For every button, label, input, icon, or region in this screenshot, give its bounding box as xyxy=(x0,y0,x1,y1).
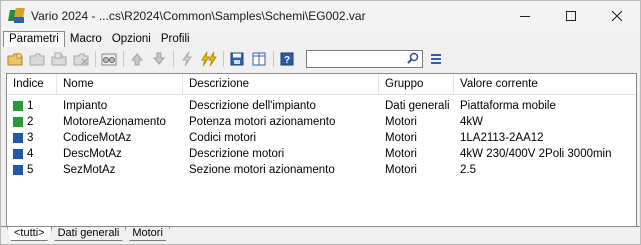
cell-descrizione: Descrizione dell'impianto xyxy=(189,100,316,112)
close-icon xyxy=(612,11,622,21)
help-button[interactable]: ? xyxy=(278,50,296,68)
cell-descrizione: Descrizione motori xyxy=(189,148,285,160)
cell-gruppo: Motori xyxy=(385,116,417,128)
delete-folder-icon xyxy=(73,53,89,66)
status-square-icon xyxy=(13,117,23,127)
table-body: 1 Impianto Descrizione dell'impianto Dat… xyxy=(7,95,636,178)
columns-button[interactable] xyxy=(250,50,268,68)
maximize-button[interactable] xyxy=(548,1,594,31)
toolbar-separator xyxy=(273,51,274,67)
cell-nome: SezMotAz xyxy=(63,164,116,176)
cell-descrizione: Potenza motori azionamento xyxy=(189,116,336,128)
table-header: Indice Nome Descrizione Gruppo Valore co… xyxy=(7,74,636,95)
menu-bar: Parametri Macro Opzioni Profili xyxy=(1,31,640,47)
tab-tutti[interactable]: <tutti> xyxy=(7,227,52,241)
cell-nome: MotoreAzionamento xyxy=(63,116,166,128)
save-icon xyxy=(230,52,244,66)
copy-folder-icon xyxy=(51,52,67,66)
move-up-button[interactable] xyxy=(128,50,146,68)
tab-motori[interactable]: Motori xyxy=(125,227,170,241)
table-row[interactable]: 3 CodiceMotAz Codici motori Motori 1LA21… xyxy=(7,130,636,146)
app-logo-icon xyxy=(8,8,25,24)
cell-valore[interactable]: Piattaforma mobile xyxy=(454,98,636,114)
minimize-button[interactable] xyxy=(502,1,548,31)
arrow-down-icon xyxy=(152,52,166,65)
binoculars-icon xyxy=(101,53,117,66)
tab-dati-generali[interactable]: Dati generali xyxy=(51,227,127,241)
toolbar-separator xyxy=(123,51,124,67)
help-icon: ? xyxy=(280,52,294,66)
list-view-button[interactable] xyxy=(427,50,445,68)
table-row[interactable]: 4 DescMotAz Descrizione motori Motori 4k… xyxy=(7,146,636,162)
status-square-icon xyxy=(13,149,23,159)
cell-descrizione: Codici motori xyxy=(189,132,257,144)
status-square-icon xyxy=(13,165,23,175)
move-down-button[interactable] xyxy=(150,50,168,68)
cell-nome: Impianto xyxy=(63,100,108,112)
lightning-icon xyxy=(182,51,192,67)
cell-gruppo: Motori xyxy=(385,164,417,176)
apply-button[interactable] xyxy=(178,50,196,68)
delete-folder-button[interactable] xyxy=(72,50,90,68)
list-icon xyxy=(431,54,441,64)
cell-indice: 5 xyxy=(27,164,34,176)
cell-valore[interactable]: 4kW 230/400V 2Poli 3000min xyxy=(454,146,636,162)
cell-valore[interactable]: 2.5 xyxy=(454,162,636,178)
cell-indice: 4 xyxy=(27,148,34,160)
cell-nome: CodiceMotAz xyxy=(63,132,132,144)
menu-macro[interactable]: Macro xyxy=(65,32,107,47)
maximize-icon xyxy=(566,11,576,21)
cell-gruppo: Motori xyxy=(385,132,417,144)
cell-valore[interactable]: 1LA2113-2AA12 xyxy=(454,130,636,146)
search-field[interactable] xyxy=(306,50,423,68)
toolbar-separator xyxy=(223,51,224,67)
window-title: Vario 2024 - ...cs\R2024\Common\Samples\… xyxy=(31,9,366,23)
find-button[interactable] xyxy=(100,50,118,68)
column-header-descrizione[interactable]: Descrizione xyxy=(183,74,379,94)
cell-indice: 2 xyxy=(27,116,34,128)
table-row[interactable]: 5 SezMotAz Sezione motori azionamento Mo… xyxy=(7,162,636,178)
menu-opzioni[interactable]: Opzioni xyxy=(107,32,156,47)
status-square-icon xyxy=(13,133,23,143)
columns-icon xyxy=(252,52,266,66)
app-window: Vario 2024 - ...cs\R2024\Common\Samples\… xyxy=(0,0,641,245)
search-input[interactable] xyxy=(307,51,405,67)
edit-folder-icon xyxy=(29,53,45,66)
new-folder-icon xyxy=(7,53,23,66)
cell-gruppo: Dati generali xyxy=(385,100,450,112)
cell-indice: 3 xyxy=(27,132,34,144)
cell-nome: DescMotAz xyxy=(63,148,122,160)
cell-indice: 1 xyxy=(27,100,34,112)
apply-all-button[interactable] xyxy=(200,50,218,68)
window-controls xyxy=(502,1,640,31)
menu-parametri[interactable]: Parametri xyxy=(3,31,65,47)
toolbar-separator xyxy=(95,51,96,67)
new-folder-button[interactable] xyxy=(6,50,24,68)
table-row[interactable]: 2 MotoreAzionamento Potenza motori azion… xyxy=(7,114,636,130)
title-bar: Vario 2024 - ...cs\R2024\Common\Samples\… xyxy=(1,1,640,31)
minimize-icon xyxy=(520,16,530,17)
save-button[interactable] xyxy=(228,50,246,68)
search-icon[interactable] xyxy=(407,52,419,64)
copy-folder-button[interactable] xyxy=(50,50,68,68)
status-square-icon xyxy=(13,101,23,111)
cell-gruppo: Motori xyxy=(385,148,417,160)
column-header-indice[interactable]: Indice xyxy=(7,74,57,94)
table-row[interactable]: 1 Impianto Descrizione dell'impianto Dat… xyxy=(7,98,636,114)
edit-folder-button[interactable] xyxy=(28,50,46,68)
toolbar-separator xyxy=(173,51,174,67)
column-header-nome[interactable]: Nome xyxy=(57,74,183,94)
close-button[interactable] xyxy=(594,1,640,31)
menu-profili[interactable]: Profili xyxy=(156,32,195,47)
arrow-up-icon xyxy=(130,53,144,66)
svg-text:?: ? xyxy=(284,55,290,66)
toolbar: ? xyxy=(1,47,640,71)
group-tabs: <tutti> Dati generali Motori xyxy=(7,227,169,241)
parameters-table: Indice Nome Descrizione Gruppo Valore co… xyxy=(6,73,637,227)
column-header-valore[interactable]: Valore corrente xyxy=(454,74,636,94)
cell-valore[interactable]: 4kW xyxy=(454,114,636,130)
column-header-gruppo[interactable]: Gruppo xyxy=(379,74,454,94)
cell-descrizione: Sezione motori azionamento xyxy=(189,164,335,176)
double-lightning-icon xyxy=(201,51,217,67)
